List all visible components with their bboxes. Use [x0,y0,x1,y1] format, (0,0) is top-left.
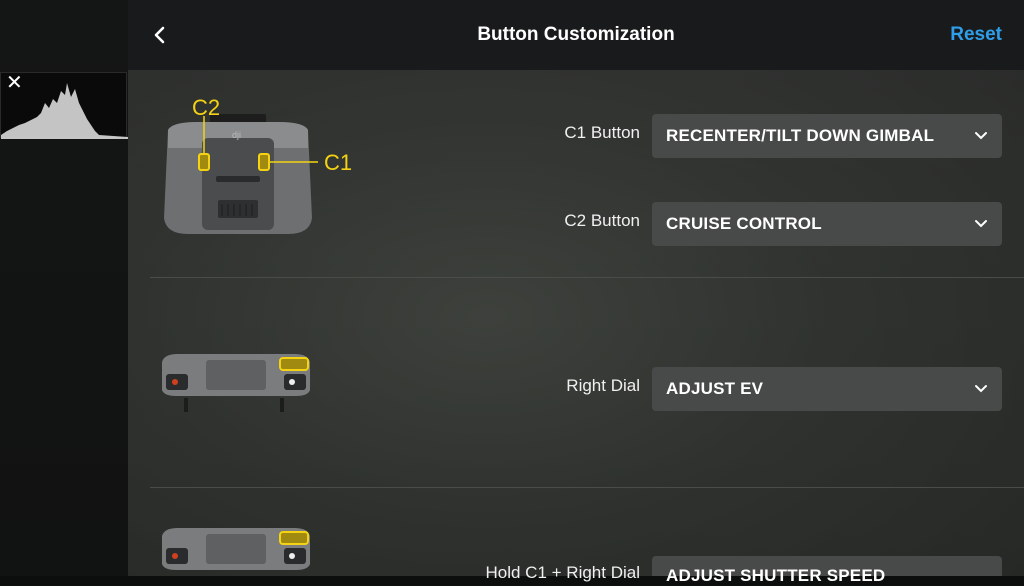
right-dial-label: Right Dial [566,376,640,395]
remote-top-image [162,528,310,570]
right-dial-select[interactable]: ADJUST EV [652,367,1002,411]
histogram-panel: ✕ [0,72,128,139]
c2-callout-label: C2 [192,95,221,120]
section-divider [150,277,1024,278]
live-view-strip: ✕ [0,0,128,576]
chevron-down-icon [975,132,987,140]
header-bar: Button Customization Reset [128,0,1024,70]
hold-c1-right-dial-select[interactable]: ADJUST SHUTTER SPEED [652,556,1002,585]
chevron-down-icon [975,220,987,228]
c2-button-select[interactable]: CRUISE CONTROL [652,202,1002,246]
c2-button-value: CRUISE CONTROL [666,214,822,233]
c1-button-value: RECENTER/TILT DOWN GIMBAL [666,126,935,145]
section-divider [150,487,1024,488]
hold-c1-right-dial-label: Hold C1 + Right Dial [485,563,641,582]
page-title: Button Customization [477,24,675,45]
remote-front-image: dji [164,114,318,234]
settings-panel: Button Customization Reset dji C2 C1 C1 … [128,0,1024,585]
reset-button[interactable]: Reset [950,24,1002,46]
c2-button-label: C2 Button [564,211,640,230]
close-icon[interactable]: ✕ [6,73,23,93]
c1-callout-label: C1 [324,150,353,175]
c1-button-select[interactable]: RECENTER/TILT DOWN GIMBAL [652,114,1002,158]
c1-button-label: C1 Button [564,123,640,142]
svg-text:dji: dji [232,130,241,140]
right-dial-value: ADJUST EV [666,379,764,398]
remote-top-image [162,354,310,412]
hold-c1-right-dial-value: ADJUST SHUTTER SPEED [666,566,886,585]
chevron-down-icon [975,385,987,393]
